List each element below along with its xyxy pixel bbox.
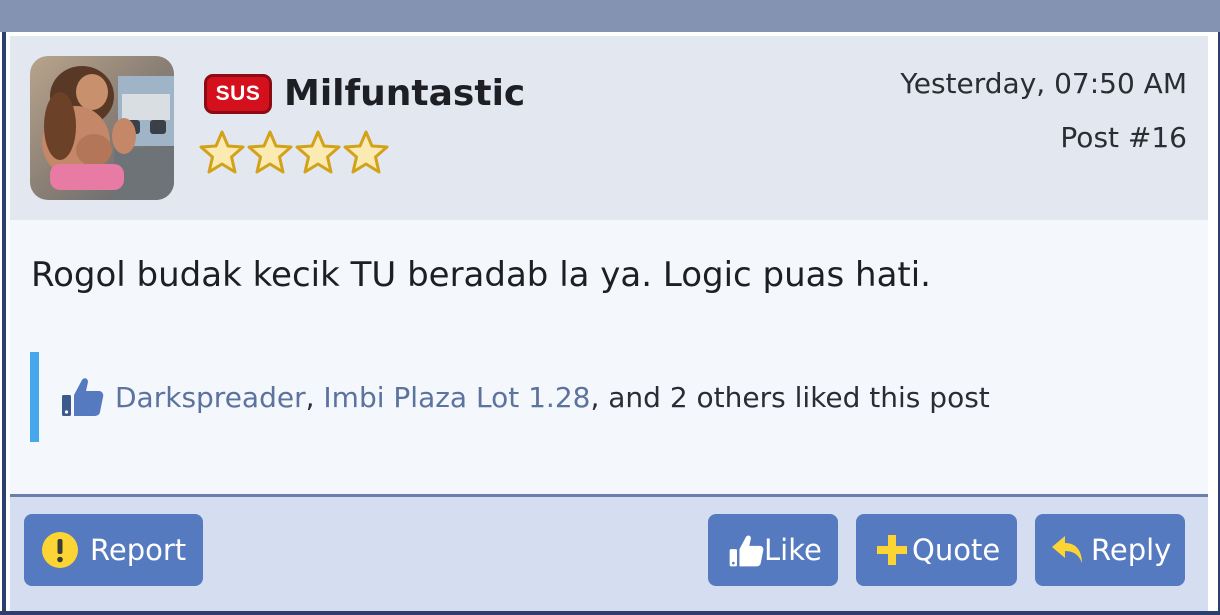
report-button[interactable]: Report [24,514,203,586]
quote-label: Quote [912,533,1001,567]
rank-stars [198,129,390,177]
post-number[interactable]: Post #16 [1060,120,1187,156]
user-badge: SUS [204,74,272,114]
star-icon [343,130,389,174]
likes-summary: Darkspreader, Imbi Plaza Lot 1.28, and 2… [115,379,990,417]
likes-bar [30,352,39,442]
star-icon [199,130,245,174]
liker-link[interactable]: Darkspreader [115,381,306,414]
like-label: Like [764,533,822,567]
report-label: Report [90,533,187,567]
thumbs-up-icon [729,535,764,567]
reply-button[interactable]: Reply [1035,514,1185,586]
reply-label: Reply [1091,533,1172,567]
username[interactable]: Milfuntastic [284,70,525,118]
like-button[interactable]: Like [708,514,838,586]
star-icon [247,130,293,174]
plus-icon [877,535,907,565]
bottom-border [0,611,1220,615]
thumbs-up-icon [62,378,104,416]
likes-separator: , [305,381,315,414]
avatar[interactable] [30,56,174,200]
reply-arrow-icon [1052,536,1082,563]
post-timestamp[interactable]: Yesterday, 07:50 AM [900,66,1187,102]
post-message: Rogol budak kecik TU beradab la ya. Logi… [31,255,931,295]
avatar-image [30,56,174,200]
likes-suffix: , and 2 others liked this post [590,381,990,414]
star-icon [295,130,341,174]
post-header [10,36,1208,220]
liker-link[interactable]: Imbi Plaza Lot 1.28 [323,381,590,414]
top-bar [0,0,1220,32]
warning-circle-icon [42,532,78,568]
quote-button[interactable]: Quote [856,514,1017,586]
